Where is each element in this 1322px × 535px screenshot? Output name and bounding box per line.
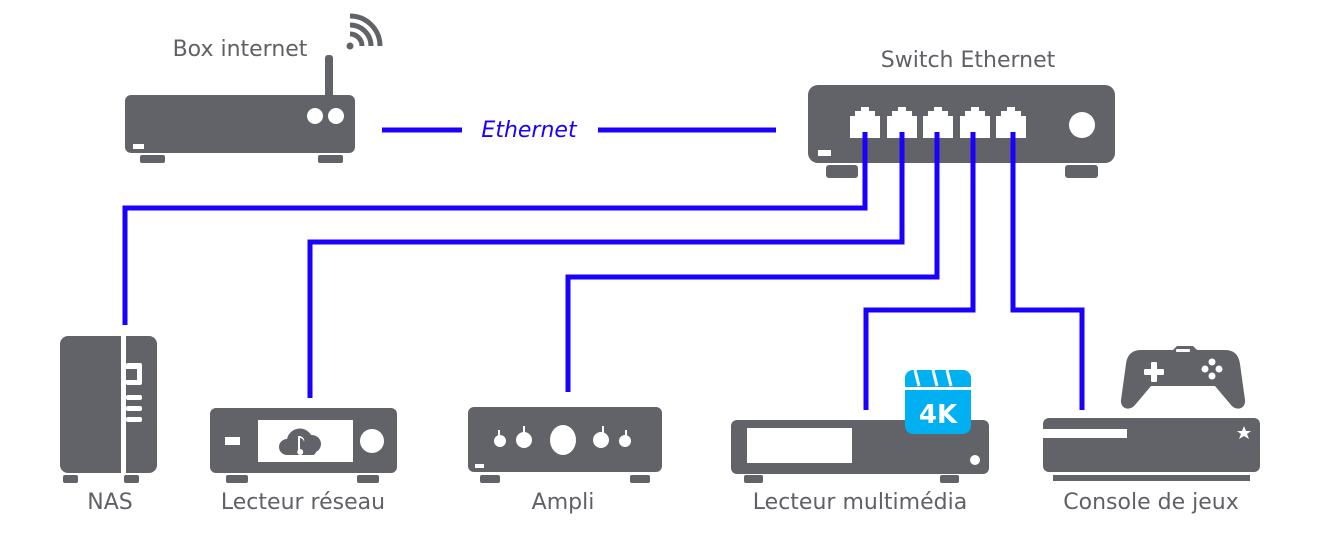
ethernet-label: Ethernet (481, 118, 578, 143)
cable-lecteur-reseau (307, 135, 905, 398)
device-label-console: Console de jeux (1063, 490, 1238, 515)
switch-label: Switch Ethernet (881, 48, 1056, 73)
network-diagram: Ethernet Box internet Switch Ethernet NA… (60, 13, 1260, 515)
device-label-nas: NAS (87, 490, 132, 515)
cable-multimedia (863, 135, 976, 410)
cable-ampli (565, 135, 940, 392)
ethernet-cables (122, 127, 1085, 410)
wifi-icon (346, 13, 383, 50)
cloud-music-icon (210, 408, 397, 483)
4k-badge: 4K (905, 369, 971, 434)
console-icon (1043, 418, 1260, 481)
cable-nas (122, 135, 868, 325)
switch-icon (808, 85, 1115, 178)
box-internet-label: Box internet (173, 37, 308, 62)
badge-4k-text: 4K (919, 400, 958, 430)
gamepad-icon (1120, 346, 1246, 409)
router-icon (125, 55, 355, 163)
device-label-lecteur-multimedia: Lecteur multimédia (753, 490, 967, 515)
device-label-ampli: Ampli (532, 490, 595, 515)
amplifier-icon (468, 407, 662, 483)
nas-icon (60, 330, 157, 483)
device-label-lecteur-reseau: Lecteur réseau (221, 490, 385, 515)
